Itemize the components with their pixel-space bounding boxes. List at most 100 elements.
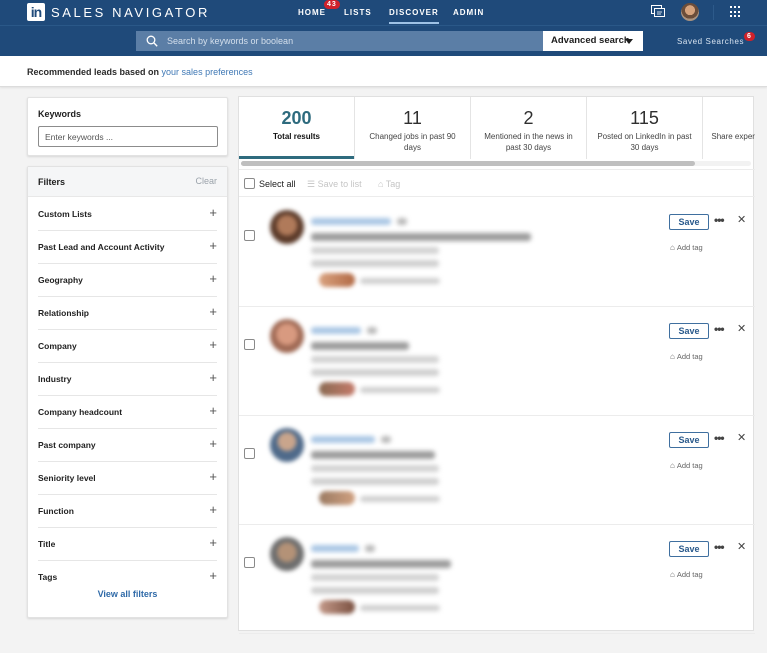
shared-connections-blurred[interactable]	[360, 605, 440, 611]
save-lead-button[interactable]: Save	[669, 323, 709, 339]
plus-icon[interactable]: +	[209, 503, 217, 516]
plus-icon[interactable]: +	[209, 404, 217, 417]
profile-avatar[interactable]	[681, 3, 699, 21]
filter-row[interactable]: Function +	[38, 495, 217, 528]
plus-icon[interactable]: +	[209, 437, 217, 450]
lead-photo[interactable]	[270, 537, 304, 571]
select-all-checkbox[interactable]	[244, 178, 255, 189]
linkedin-logo[interactable]: in	[27, 3, 45, 21]
shared-connections-blurred[interactable]	[360, 496, 440, 502]
nav-home[interactable]: HOME 43	[298, 0, 340, 17]
shared-connections-blurred[interactable]	[360, 278, 440, 284]
sales-preferences-link[interactable]: your sales preferences	[162, 67, 253, 77]
scrollbar-thumb[interactable]	[241, 161, 695, 166]
select-all-label[interactable]: Select all	[259, 179, 296, 189]
banner-prefix: Recommended leads based on	[27, 67, 162, 77]
add-tag-link[interactable]: ⌂ Add tag	[670, 352, 703, 361]
lead-checkbox[interactable]	[244, 557, 255, 568]
plus-icon[interactable]: +	[209, 239, 217, 252]
tag-button[interactable]: ⌂ Tag	[378, 179, 400, 189]
insight-tab[interactable]: 200 Total results	[239, 97, 355, 159]
list-icon: ☰	[307, 179, 318, 189]
plus-icon[interactable]: +	[209, 470, 217, 483]
nav-lists[interactable]: LISTS	[344, 8, 372, 17]
plus-icon[interactable]: +	[209, 206, 217, 219]
lead-card: Save ••• ✕ ⌂ Add tag	[239, 416, 755, 525]
filter-row[interactable]: Seniority level +	[38, 462, 217, 495]
lead-title-blurred	[311, 342, 409, 350]
view-all-filters-link[interactable]: View all filters	[28, 589, 227, 599]
lead-title-blurred	[311, 560, 451, 568]
filter-row[interactable]: Company headcount +	[38, 396, 217, 429]
clear-filters-button[interactable]: Clear	[195, 176, 217, 186]
lead-name-blurred[interactable]	[311, 327, 361, 334]
advanced-search-button[interactable]: Advanced search	[543, 31, 643, 51]
lead-name-blurred[interactable]	[311, 545, 359, 552]
saved-searches-link[interactable]: Saved Searches 6	[677, 32, 755, 46]
more-options-icon[interactable]: •••	[714, 322, 725, 336]
insight-tab[interactable]: 6 Share experiences with you	[703, 97, 755, 159]
filter-row[interactable]: Title +	[38, 528, 217, 561]
plus-icon[interactable]: +	[209, 305, 217, 318]
filter-row[interactable]: Company +	[38, 330, 217, 363]
filter-row[interactable]: Geography +	[38, 264, 217, 297]
lead-photo[interactable]	[270, 319, 304, 353]
brand-title[interactable]: SALES NAVIGATOR	[51, 5, 210, 20]
filter-row[interactable]: Industry +	[38, 363, 217, 396]
top-nav: in SALES NAVIGATOR HOME 43 LISTS DISCOVE…	[0, 0, 767, 25]
plus-icon[interactable]: +	[209, 272, 217, 285]
save-to-list-button[interactable]: ☰ Save to list	[307, 179, 362, 190]
apps-grid-icon[interactable]	[730, 6, 742, 18]
insight-tab[interactable]: 2 Mentioned in the news in past 30 days	[471, 97, 587, 159]
shared-connections-blurred[interactable]	[360, 387, 440, 393]
more-options-icon[interactable]: •••	[714, 540, 725, 554]
lead-checkbox[interactable]	[244, 230, 255, 241]
nav-discover[interactable]: DISCOVER	[389, 8, 439, 24]
insight-count: 2	[523, 108, 534, 128]
tag-icon: ⌂	[670, 243, 675, 252]
nav-divider	[713, 5, 714, 20]
add-tag-link[interactable]: ⌂ Add tag	[670, 461, 703, 470]
close-icon[interactable]: ✕	[737, 540, 746, 553]
plus-icon[interactable]: +	[209, 371, 217, 384]
lead-location-blurred	[311, 369, 439, 376]
filter-row[interactable]: Relationship +	[38, 297, 217, 330]
shared-connections-avatars	[319, 600, 355, 614]
save-lead-button[interactable]: Save	[669, 214, 709, 230]
add-tag-label: Add tag	[676, 461, 703, 470]
nav-admin[interactable]: ADMIN	[453, 8, 484, 17]
tag-label: Tag	[385, 179, 401, 189]
horizontal-scrollbar[interactable]	[241, 161, 751, 166]
plus-icon[interactable]: +	[209, 569, 217, 582]
close-icon[interactable]: ✕	[737, 213, 746, 226]
filter-row[interactable]: Past Lead and Account Activity +	[38, 231, 217, 264]
close-icon[interactable]: ✕	[737, 431, 746, 444]
plus-icon[interactable]: +	[209, 338, 217, 351]
insight-tab[interactable]: 115 Posted on LinkedIn in past 30 days	[587, 97, 703, 159]
messages-icon[interactable]	[651, 5, 665, 18]
filter-row[interactable]: Custom Lists +	[38, 198, 217, 231]
notification-badge: 43	[324, 0, 340, 9]
lead-title-blurred	[311, 233, 531, 241]
lead-location-blurred	[311, 587, 439, 594]
save-lead-button[interactable]: Save	[669, 541, 709, 557]
close-icon[interactable]: ✕	[737, 322, 746, 335]
filter-row[interactable]: Past company +	[38, 429, 217, 462]
add-tag-link[interactable]: ⌂ Add tag	[670, 243, 703, 252]
lead-checkbox[interactable]	[244, 448, 255, 459]
more-options-icon[interactable]: •••	[714, 213, 725, 227]
plus-icon[interactable]: +	[209, 536, 217, 549]
more-options-icon[interactable]: •••	[714, 431, 725, 445]
insight-tab[interactable]: 11 Changed jobs in past 90 days	[355, 97, 471, 159]
insight-description: Mentioned in the news in past 30 days	[484, 132, 573, 152]
lead-name-blurred[interactable]	[311, 436, 375, 443]
save-lead-button[interactable]: Save	[669, 432, 709, 448]
lead-photo[interactable]	[270, 428, 304, 462]
search-input[interactable]	[167, 31, 537, 51]
lead-name-blurred[interactable]	[311, 218, 391, 225]
lead-photo[interactable]	[270, 210, 304, 244]
lead-checkbox[interactable]	[244, 339, 255, 350]
keywords-input[interactable]	[38, 126, 218, 147]
connection-degree-blurred	[397, 218, 407, 225]
add-tag-link[interactable]: ⌂ Add tag	[670, 570, 703, 579]
